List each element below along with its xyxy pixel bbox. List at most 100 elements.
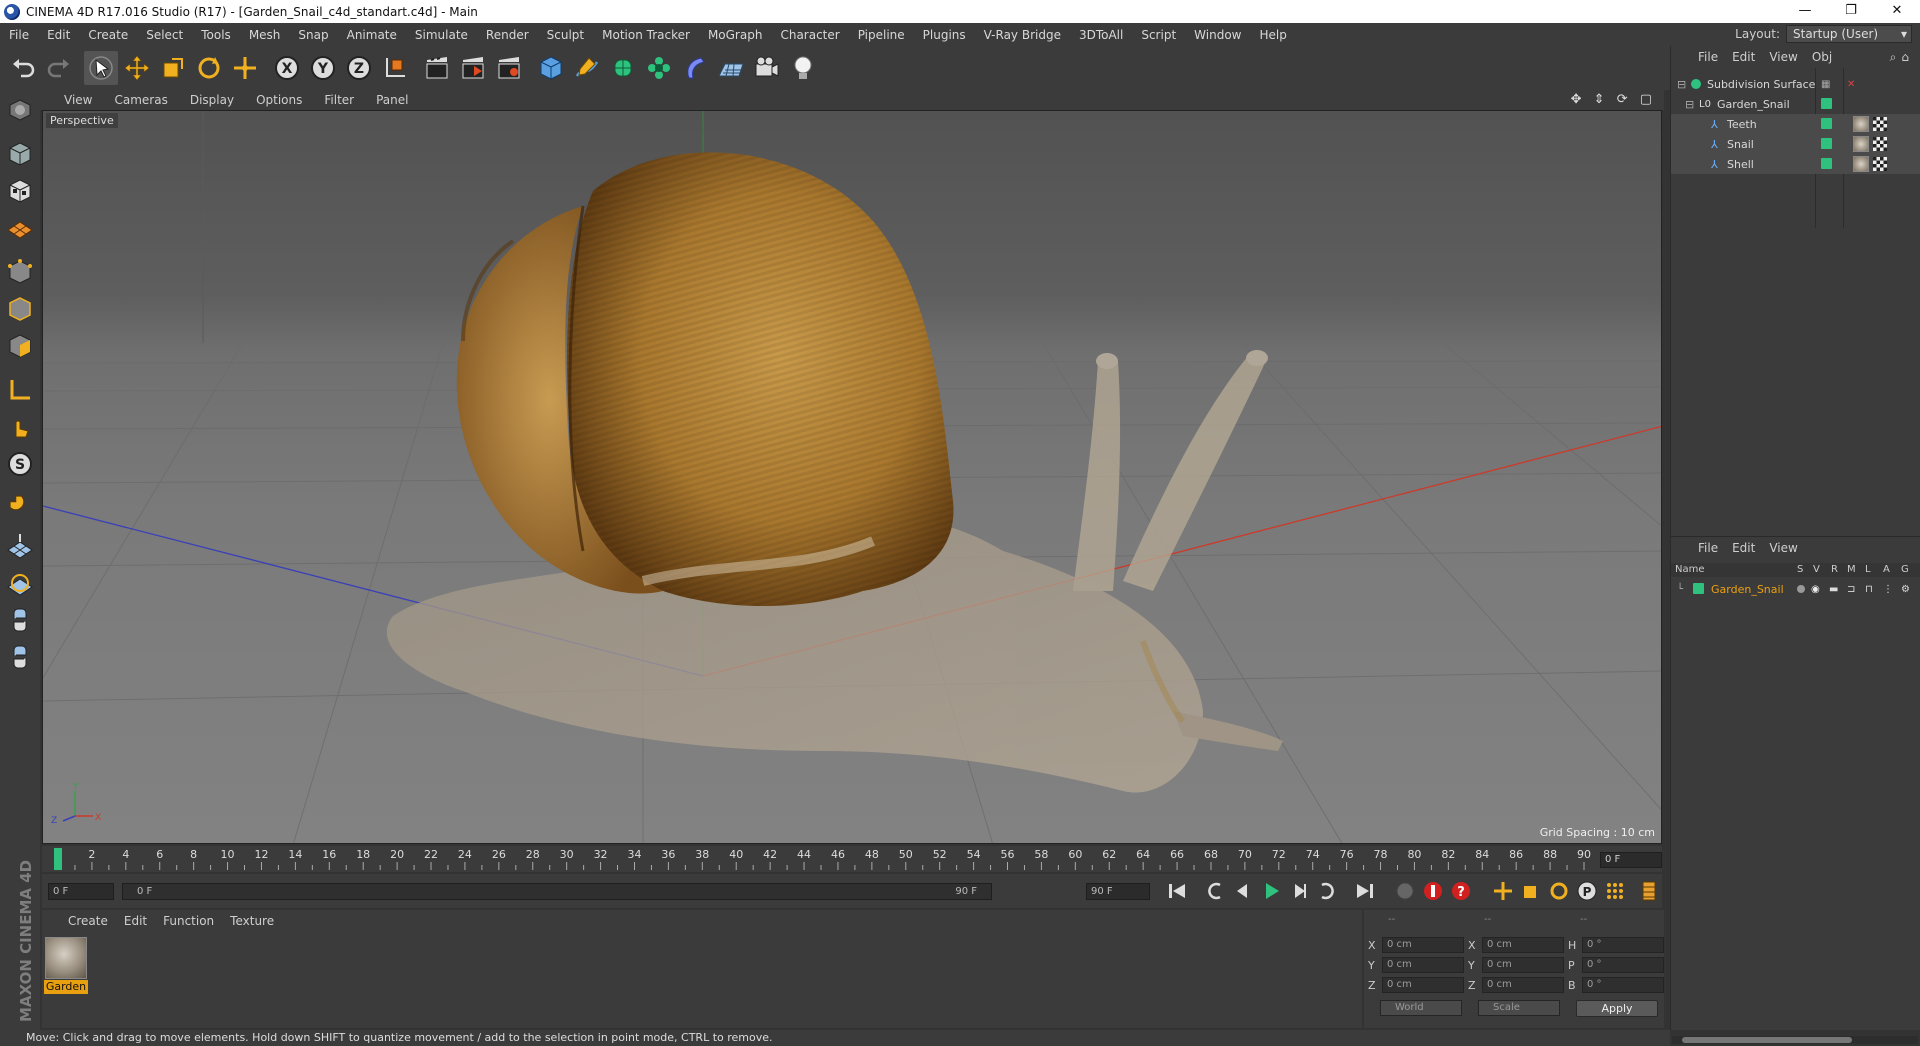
object-row-shell[interactable]: ⅄ Shell <box>1671 154 1920 174</box>
lock-icon[interactable]: ⊓ <box>1865 584 1873 595</box>
coordinate-space-select[interactable]: World <box>1380 1000 1462 1016</box>
menu-mesh[interactable]: Mesh <box>240 28 290 42</box>
snap-button[interactable] <box>3 489 37 523</box>
uvw-tag-icon[interactable] <box>1873 157 1887 171</box>
play-button[interactable] <box>1258 878 1284 904</box>
material-menu-function[interactable]: Function <box>155 914 222 928</box>
menu-sculpt[interactable]: Sculpt <box>538 28 593 42</box>
subdivision-button[interactable] <box>606 51 640 85</box>
key-pla-button[interactable] <box>1602 878 1628 904</box>
pen-spline-button[interactable] <box>570 51 604 85</box>
solo-toggle[interactable] <box>1797 585 1805 593</box>
end-frame-field[interactable]: 90 F <box>1086 883 1150 900</box>
z-axis-lock-button[interactable]: Z <box>342 51 376 85</box>
timeline-current-frame-field[interactable]: 0 F <box>1600 852 1662 868</box>
viewport-menu-cameras[interactable]: Cameras <box>103 93 178 107</box>
grid-rotate-button[interactable] <box>3 566 37 600</box>
redo-button[interactable] <box>42 51 76 85</box>
menu-3dtoall[interactable]: 3DToAll <box>1070 28 1132 42</box>
object-menu-view[interactable]: View <box>1762 50 1804 64</box>
menu-character[interactable]: Character <box>771 28 848 42</box>
menu-mograph[interactable]: MoGraph <box>699 28 772 42</box>
solo-button[interactable]: S <box>3 447 37 481</box>
render-to-picture-viewer-button[interactable] <box>456 51 490 85</box>
material-menu-texture[interactable]: Texture <box>222 914 282 928</box>
layer-menu-file[interactable]: File <box>1691 541 1725 555</box>
object-menu-objects[interactable]: Obj <box>1805 50 1839 64</box>
axis-mode-button[interactable] <box>3 373 37 407</box>
rotate-tool-button[interactable] <box>192 51 226 85</box>
layer-menu-edit[interactable]: Edit <box>1725 541 1762 555</box>
record-active-objects-button[interactable] <box>1420 878 1446 904</box>
cloner-button[interactable] <box>642 51 676 85</box>
material-menu-create[interactable]: Create <box>60 914 116 928</box>
material-garden[interactable]: Garden <box>44 937 88 994</box>
menu-help[interactable]: Help <box>1250 28 1295 42</box>
viewport-navigation-icons[interactable]: ✥ ⇕ ⟳ ▢ <box>1571 92 1656 107</box>
object-row-snail[interactable]: ⅄ Snail <box>1671 134 1920 154</box>
menu-edit[interactable]: Edit <box>38 28 79 42</box>
position-y-field[interactable]: 0 cm <box>1382 957 1464 973</box>
menu-pipeline[interactable]: Pipeline <box>849 28 914 42</box>
object-row-subdivision-surface[interactable]: ⊟ Subdivision Surface ▦ ✕ <box>1671 74 1920 94</box>
scrollbar-thumb[interactable] <box>1682 1037 1852 1043</box>
menu-tools[interactable]: Tools <box>192 28 240 42</box>
manager-toggle-icon[interactable]: ⊐ <box>1847 584 1855 595</box>
render-view-button[interactable] <box>420 51 454 85</box>
size-y-field[interactable]: 0 cm <box>1482 957 1564 973</box>
y-axis-lock-button[interactable]: Y <box>306 51 340 85</box>
material-tag-icon[interactable] <box>1853 116 1869 132</box>
object-row-garden-snail[interactable]: ⊟ L0 Garden_Snail <box>1671 94 1920 114</box>
previous-key-button[interactable] <box>1202 878 1228 904</box>
workplane-button[interactable] <box>3 211 37 245</box>
layer-color-swatch[interactable] <box>1821 158 1832 169</box>
material-tag-icon[interactable] <box>1853 136 1869 152</box>
layer-scrollbar[interactable] <box>1672 1036 1918 1044</box>
texture-mode-button[interactable] <box>3 174 37 208</box>
move-tool-button[interactable] <box>120 51 154 85</box>
menu-file[interactable]: File <box>0 28 38 42</box>
floor-button[interactable] <box>714 51 748 85</box>
timeline-ruler[interactable]: 0246810121416182022242628303234363840424… <box>42 846 1662 872</box>
uvw-tag-icon[interactable] <box>1873 137 1887 151</box>
layer-color-swatch[interactable] <box>1821 118 1832 129</box>
tweak-mode-button[interactable] <box>3 410 37 444</box>
menu-render[interactable]: Render <box>477 28 538 42</box>
undo-button[interactable] <box>6 51 40 85</box>
grid-snap-button[interactable] <box>3 529 37 563</box>
next-frame-button[interactable] <box>1286 878 1312 904</box>
x-axis-lock-button[interactable]: X <box>270 51 304 85</box>
menu-vray-bridge[interactable]: V-Ray Bridge <box>975 28 1070 42</box>
position-x-field[interactable]: 0 cm <box>1382 937 1464 953</box>
viewport-menu-panel[interactable]: Panel <box>365 93 419 107</box>
frame-range-slider[interactable]: 0 F 90 F <box>122 883 992 900</box>
object-row-teeth[interactable]: ⅄ Teeth <box>1671 114 1920 134</box>
points-mode-button[interactable] <box>3 255 37 289</box>
go-to-start-button[interactable] <box>1164 878 1190 904</box>
menu-select[interactable]: Select <box>137 28 192 42</box>
edges-mode-button[interactable] <box>3 292 37 326</box>
material-menu-edit[interactable]: Edit <box>116 914 155 928</box>
generator-toggle-icon[interactable]: ⚙ <box>1901 584 1910 595</box>
layer-color-swatch[interactable] <box>1693 583 1704 594</box>
layer-menu-view[interactable]: View <box>1762 541 1804 555</box>
python-console-button[interactable] <box>3 640 37 674</box>
viewport-menu-view[interactable]: View <box>40 93 103 107</box>
render-settings-button[interactable] <box>492 51 526 85</box>
light-button[interactable] <box>786 51 820 85</box>
object-menu-file[interactable]: File <box>1691 50 1725 64</box>
go-to-end-button[interactable] <box>1352 878 1378 904</box>
object-menu-edit[interactable]: Edit <box>1725 50 1762 64</box>
motion-record-button[interactable] <box>1392 878 1418 904</box>
live-selection-button[interactable] <box>84 51 118 85</box>
menu-script[interactable]: Script <box>1132 28 1185 42</box>
size-mode-select[interactable]: Scale <box>1478 1000 1560 1016</box>
menu-plugins[interactable]: Plugins <box>914 28 975 42</box>
disabled-x-icon[interactable]: ✕ <box>1847 79 1855 90</box>
key-rotation-button[interactable] <box>1546 878 1572 904</box>
playhead[interactable] <box>54 848 62 870</box>
apply-button[interactable]: Apply <box>1576 1000 1658 1017</box>
menu-create[interactable]: Create <box>79 28 137 42</box>
size-z-field[interactable]: 0 cm <box>1482 977 1564 993</box>
layer-color-swatch[interactable] <box>1821 98 1832 109</box>
